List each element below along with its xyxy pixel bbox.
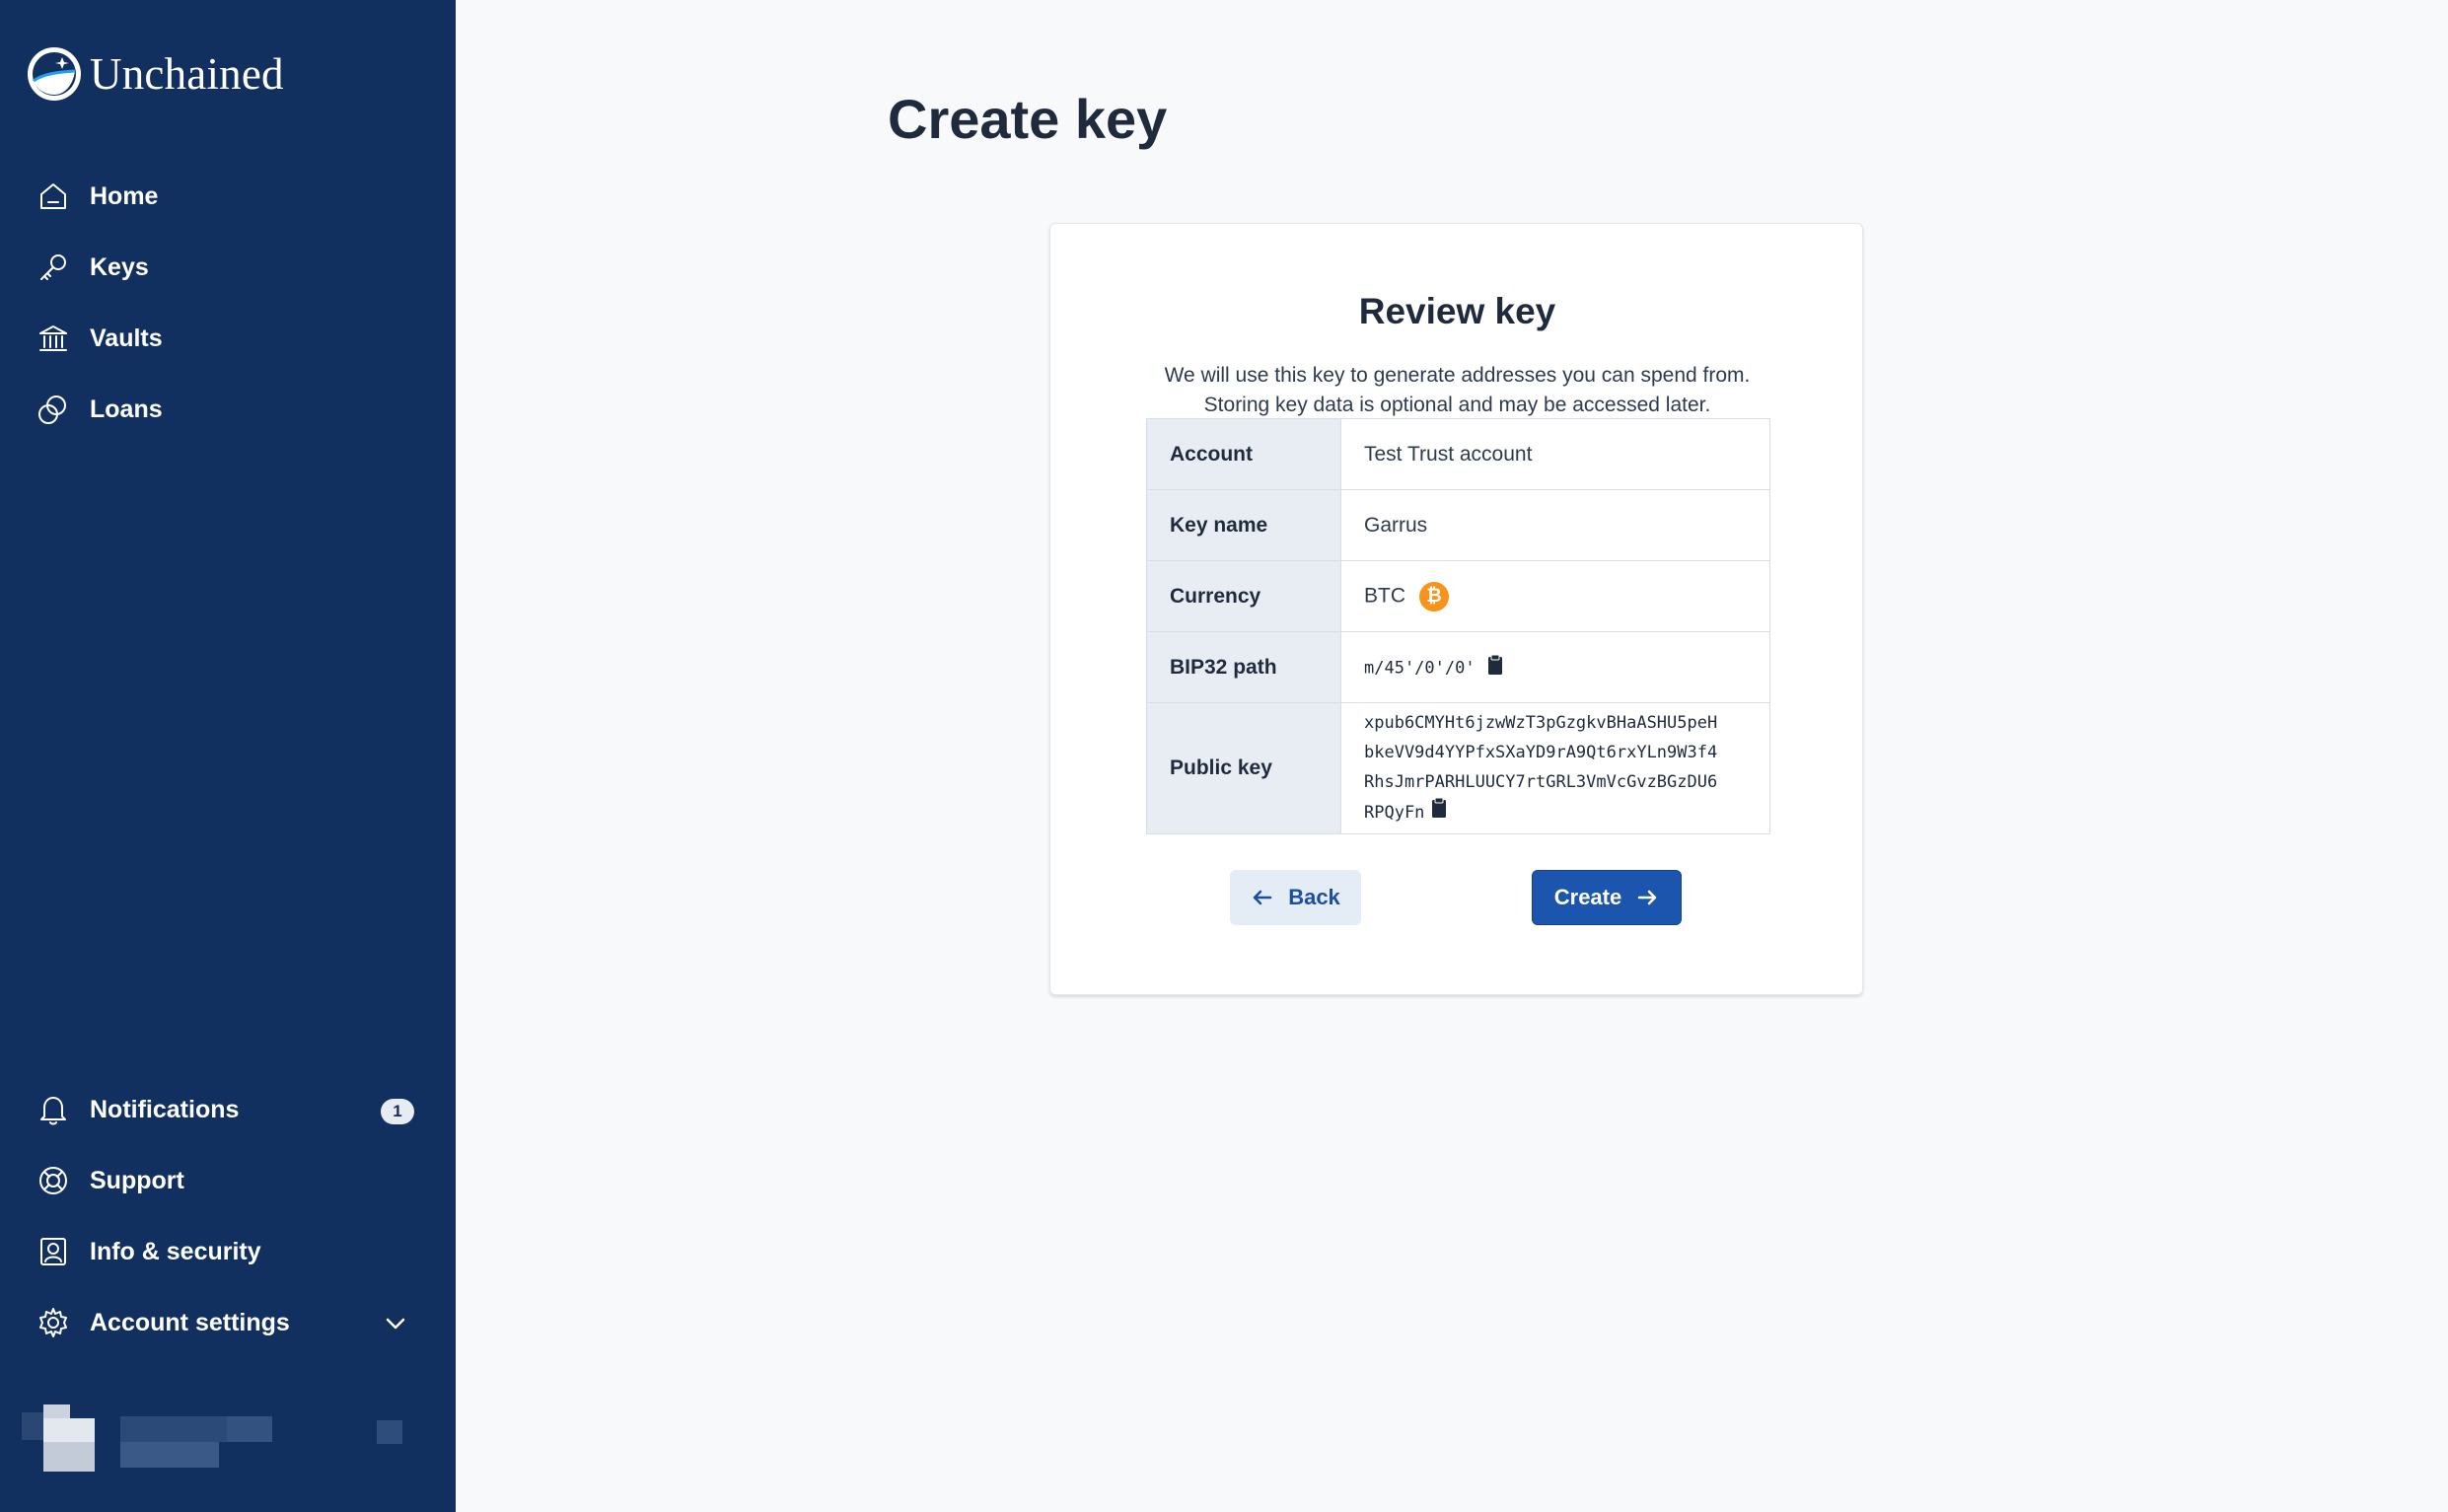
sidebar-item-label: Info & security: [90, 1237, 261, 1265]
card-title: Review key: [1358, 291, 1556, 331]
sidebar-item-label: Loans: [90, 395, 163, 423]
gear-icon: [36, 1305, 71, 1340]
unchained-logo-icon: [28, 47, 81, 101]
arrow-right-icon: [1637, 890, 1657, 905]
bank-icon: [36, 321, 71, 356]
brand-logo[interactable]: Unchained: [25, 43, 284, 105]
public-key-line: RPQyFn: [1364, 803, 1425, 823]
table-row-currency: Currency BTC ₿: [1146, 560, 1770, 632]
account-value: Test Trust account: [1340, 418, 1770, 490]
table-row-public-key: Public key xpub6CMYHt6jzwWzT3pGzgkvBHaAS…: [1146, 702, 1770, 834]
bitcoin-icon: ₿: [1419, 581, 1449, 612]
table-row-bip32-path: BIP32 path m/45'/0'/0': [1146, 631, 1770, 703]
bip32-path-value: m/45'/0'/0': [1364, 658, 1476, 679]
row-label: Key name: [1146, 489, 1341, 561]
back-button[interactable]: Back: [1230, 870, 1361, 925]
sidebar-item-loans[interactable]: Loans: [36, 384, 163, 435]
sidebar-item-home[interactable]: Home: [36, 171, 158, 222]
brand-name: Unchained: [90, 49, 284, 99]
sidebar-item-support[interactable]: Support: [36, 1155, 184, 1206]
row-label: Account: [1146, 418, 1341, 490]
sidebar-item-label: Notifications: [90, 1095, 240, 1123]
public-key-cell: xpub6CMYHt6jzwWzT3pGzgkvBHaASHU5peH bkeV…: [1340, 702, 1770, 834]
sidebar-item-label: Account settings: [90, 1308, 290, 1336]
table-row-account: Account Test Trust account: [1146, 418, 1770, 490]
bip32-cell: m/45'/0'/0': [1340, 631, 1770, 703]
chevron-down-icon[interactable]: [381, 1309, 410, 1338]
currency-cell: BTC ₿: [1340, 560, 1770, 632]
page-title: Create key: [888, 88, 1168, 150]
key-icon: [36, 250, 71, 285]
sidebar-item-vaults[interactable]: Vaults: [36, 313, 163, 364]
create-button-label: Create: [1553, 885, 1622, 909]
user-profile-redacted[interactable]: [22, 1404, 416, 1472]
key-name-value: Garrus: [1340, 489, 1770, 561]
row-label: Currency: [1146, 560, 1341, 632]
sidebar-item-label: Support: [90, 1166, 184, 1194]
sidebar: Unchained Home Keys Vaults Loans Notific…: [0, 0, 456, 1512]
public-key-last-line: RPQyFn: [1364, 797, 1769, 828]
public-key-value: xpub6CMYHt6jzwWzT3pGzgkvBHaASHU5peH bkeV…: [1364, 708, 1769, 828]
review-key-card: Review key We will use this key to gener…: [1049, 223, 1863, 995]
bell-icon: [36, 1092, 71, 1127]
sidebar-item-label: Vaults: [90, 324, 163, 352]
clipboard-icon[interactable]: [1430, 797, 1448, 828]
card-description: We will use this key to generate address…: [1050, 361, 1864, 420]
sidebar-item-account-settings[interactable]: Account settings: [36, 1297, 290, 1348]
currency-value: BTC: [1364, 584, 1405, 608]
row-label: Public key: [1146, 702, 1341, 834]
public-key-line: bkeVV9d4YYPfxSXaYD9rA9Qt6rxYLn9W3f4: [1364, 743, 1718, 762]
row-label: BIP32 path: [1146, 631, 1341, 703]
arrow-left-icon: [1253, 890, 1272, 905]
create-button[interactable]: Create: [1532, 870, 1682, 925]
sidebar-item-notifications[interactable]: Notifications: [36, 1084, 239, 1135]
app-root: Unchained Home Keys Vaults Loans Notific…: [0, 0, 2448, 1512]
public-key-line: RhsJmrPARHLUUCY7rtGRL3VmVcGvzBGzDU6: [1364, 772, 1718, 792]
public-key-line: xpub6CMYHt6jzwWzT3pGzgkvBHaASHU5peH: [1364, 713, 1718, 733]
user-card-icon: [36, 1234, 71, 1269]
notification-count-badge: 1: [381, 1099, 414, 1124]
lifebuoy-icon: [36, 1163, 71, 1198]
clipboard-icon[interactable]: [1486, 654, 1504, 682]
sidebar-item-keys[interactable]: Keys: [36, 242, 149, 293]
back-button-label: Back: [1288, 885, 1340, 909]
description-line: Storing key data is optional and may be …: [1203, 394, 1711, 416]
sidebar-item-label: Keys: [90, 252, 149, 281]
review-table: Account Test Trust account Key name Garr…: [1146, 418, 1770, 834]
table-row-key-name: Key name Garrus: [1146, 489, 1770, 561]
sidebar-item-info-security[interactable]: Info & security: [36, 1226, 261, 1277]
coins-icon: [36, 392, 71, 427]
description-line: We will use this key to generate address…: [1164, 364, 1751, 387]
sidebar-item-label: Home: [90, 181, 159, 210]
home-icon: [36, 179, 71, 214]
